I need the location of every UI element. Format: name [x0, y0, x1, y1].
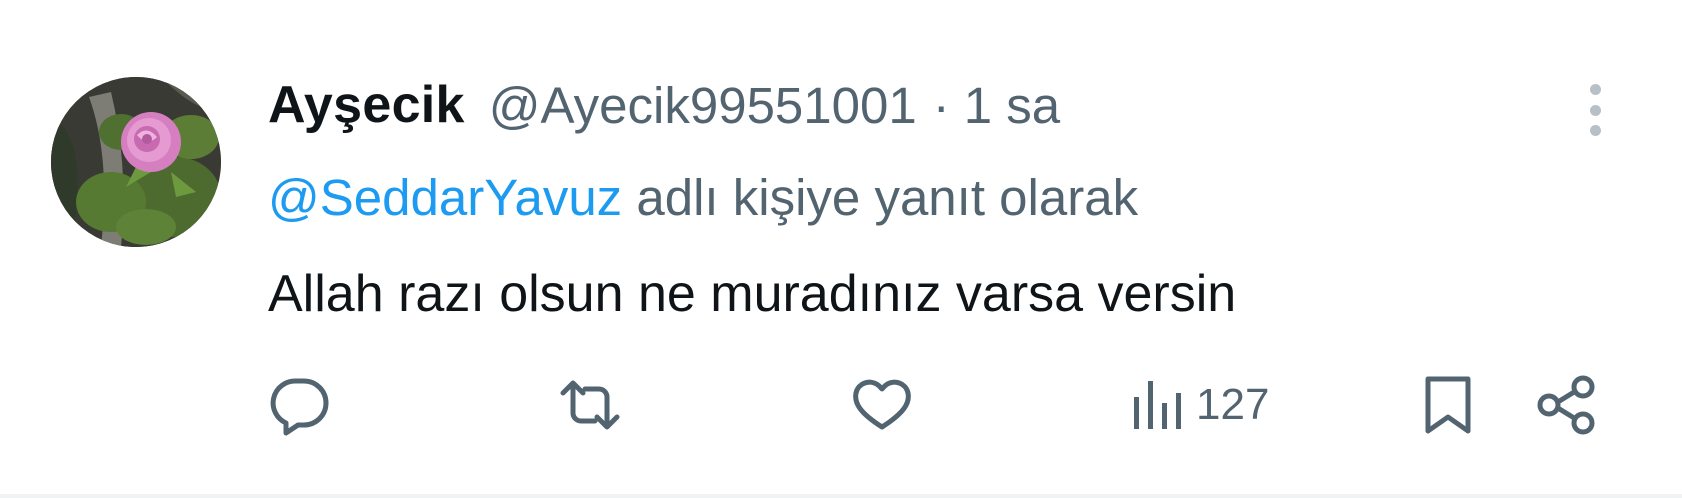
avatar[interactable]	[51, 77, 221, 247]
reply-icon	[270, 378, 329, 436]
author-name[interactable]: Ayşecik	[268, 75, 465, 135]
tweet-text: Allah razı olsun ne muradınız varsa vers…	[268, 265, 1237, 323]
more-options-icon[interactable]	[1580, 80, 1610, 140]
like-button[interactable]	[850, 370, 914, 440]
reply-context: @SeddarYavuz adlı kişiye yanıt olarak	[268, 163, 1138, 233]
tweet-card[interactable]: Ayşecik @Ayecik99551001 · 1 sa @SeddarYa…	[0, 0, 1682, 498]
more-dot	[1589, 84, 1601, 95]
bookmark-button[interactable]	[1420, 370, 1476, 440]
divider	[0, 494, 1682, 498]
bar-chart-icon	[1134, 381, 1181, 429]
heart-icon	[853, 379, 911, 430]
more-dot	[1589, 104, 1601, 116]
separator-dot: ·	[932, 76, 950, 134]
tweet-header: Ayşecik @Ayecik99551001 · 1 sa	[268, 70, 1060, 140]
share-icon	[1537, 375, 1595, 435]
reply-to-mention[interactable]: @SeddarYavuz	[268, 169, 622, 226]
author-handle[interactable]: @Ayecik99551001	[489, 76, 917, 135]
avatar-image	[51, 77, 221, 247]
retweet-icon	[560, 380, 620, 430]
reply-context-label: adlı kişiye yanıt olarak	[622, 169, 1139, 226]
share-button[interactable]	[1535, 370, 1599, 440]
views-button[interactable]: 127	[1130, 370, 1269, 440]
timestamp[interactable]: 1 sa	[964, 76, 1060, 135]
reply-button[interactable]	[268, 370, 332, 440]
more-dot	[1589, 125, 1601, 136]
bookmark-icon	[1425, 376, 1471, 434]
retweet-button[interactable]	[555, 370, 625, 440]
views-count: 127	[1196, 380, 1270, 429]
